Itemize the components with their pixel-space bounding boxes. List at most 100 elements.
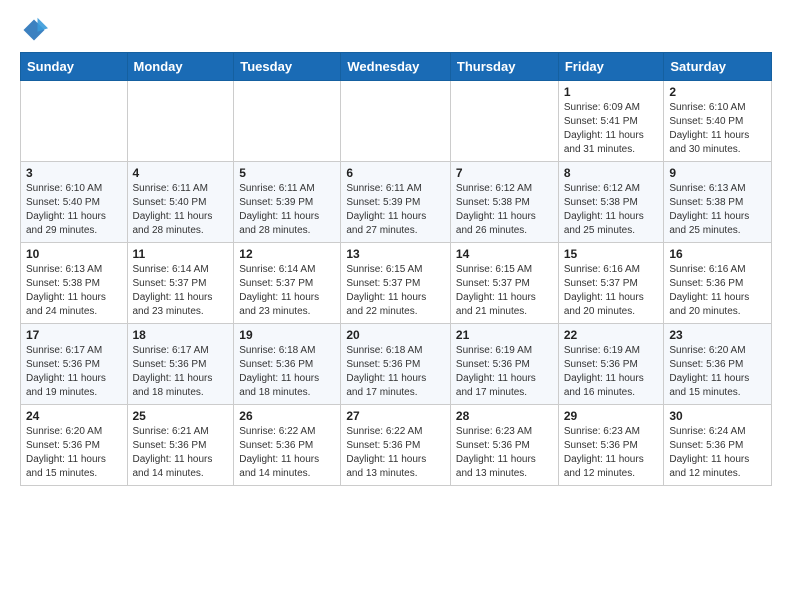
calendar-cell: 6 Sunrise: 6:11 AM Sunset: 5:39 PM Daylig… [341, 162, 451, 243]
day-number: 28 [456, 409, 553, 423]
calendar-header-row: SundayMondayTuesdayWednesdayThursdayFrid… [21, 53, 772, 81]
calendar-cell: 13 Sunrise: 6:15 AM Sunset: 5:37 PM Dayli… [341, 243, 451, 324]
day-info: Sunrise: 6:11 AM Sunset: 5:39 PM Dayligh… [239, 182, 335, 238]
day-number: 29 [564, 409, 659, 423]
day-number: 11 [133, 247, 229, 261]
calendar-cell: 19 Sunrise: 6:18 AM Sunset: 5:36 PM Dayli… [234, 324, 341, 405]
day-number: 22 [564, 328, 659, 342]
calendar-cell: 1Sunrise: 6:09 AM Sunset: 5:41 PM Daylig… [558, 81, 664, 162]
day-info: Sunrise: 6:18 AM Sunset: 5:36 PM Dayligh… [239, 344, 335, 400]
day-number: 16 [669, 247, 766, 261]
calendar-week-row: 24 Sunrise: 6:20 AM Sunset: 5:36 PM Dayli… [21, 405, 772, 486]
day-number: 8 [564, 166, 659, 180]
day-number: 10 [26, 247, 122, 261]
day-info: Sunrise: 6:20 AM Sunset: 5:36 PM Dayligh… [26, 425, 122, 481]
day-info: Sunrise: 6:15 AM Sunset: 5:37 PM Dayligh… [346, 263, 445, 319]
day-number: 24 [26, 409, 122, 423]
day-number: 30 [669, 409, 766, 423]
day-number: 27 [346, 409, 445, 423]
day-info: Sunrise: 6:10 AM Sunset: 5:40 PM Dayligh… [669, 101, 766, 157]
calendar-cell: 14 Sunrise: 6:15 AM Sunset: 5:37 PM Dayli… [450, 243, 558, 324]
day-number: 26 [239, 409, 335, 423]
calendar-cell: 21 Sunrise: 6:19 AM Sunset: 5:36 PM Dayli… [450, 324, 558, 405]
calendar-cell: 16 Sunrise: 6:16 AM Sunset: 5:36 PM Dayli… [664, 243, 772, 324]
calendar-cell: 9 Sunrise: 6:13 AM Sunset: 5:38 PM Daylig… [664, 162, 772, 243]
calendar-cell: 29 Sunrise: 6:23 AM Sunset: 5:36 PM Dayli… [558, 405, 664, 486]
day-number: 2 [669, 85, 766, 99]
day-info: Sunrise: 6:14 AM Sunset: 5:37 PM Dayligh… [239, 263, 335, 319]
day-info: Sunrise: 6:13 AM Sunset: 5:38 PM Dayligh… [669, 182, 766, 238]
calendar-cell: 28 Sunrise: 6:23 AM Sunset: 5:36 PM Dayli… [450, 405, 558, 486]
day-info: Sunrise: 6:22 AM Sunset: 5:36 PM Dayligh… [346, 425, 445, 481]
calendar-cell: 4Sunrise: 6:11 AM Sunset: 5:40 PM Daylig… [127, 162, 234, 243]
day-info: Sunrise: 6:17 AM Sunset: 5:36 PM Dayligh… [26, 344, 122, 400]
calendar-cell: 20 Sunrise: 6:18 AM Sunset: 5:36 PM Dayli… [341, 324, 451, 405]
day-info: Sunrise: 6:16 AM Sunset: 5:37 PM Dayligh… [564, 263, 659, 319]
day-number: 9 [669, 166, 766, 180]
calendar-cell: 15 Sunrise: 6:16 AM Sunset: 5:37 PM Dayli… [558, 243, 664, 324]
day-number: 6 [346, 166, 445, 180]
calendar-cell [21, 81, 128, 162]
logo-icon [20, 16, 48, 44]
day-number: 4 [133, 166, 229, 180]
calendar-cell: 27 Sunrise: 6:22 AM Sunset: 5:36 PM Dayli… [341, 405, 451, 486]
day-info: Sunrise: 6:15 AM Sunset: 5:37 PM Dayligh… [456, 263, 553, 319]
calendar-week-row: 1Sunrise: 6:09 AM Sunset: 5:41 PM Daylig… [21, 81, 772, 162]
calendar-cell: 24 Sunrise: 6:20 AM Sunset: 5:36 PM Dayli… [21, 405, 128, 486]
day-info: Sunrise: 6:22 AM Sunset: 5:36 PM Dayligh… [239, 425, 335, 481]
calendar-cell [234, 81, 341, 162]
day-number: 14 [456, 247, 553, 261]
day-number: 7 [456, 166, 553, 180]
day-info: Sunrise: 6:13 AM Sunset: 5:38 PM Dayligh… [26, 263, 122, 319]
calendar-cell [341, 81, 451, 162]
calendar-cell: 23 Sunrise: 6:20 AM Sunset: 5:36 PM Dayli… [664, 324, 772, 405]
day-number: 5 [239, 166, 335, 180]
calendar-week-row: 3 Sunrise: 6:10 AM Sunset: 5:40 PM Daylig… [21, 162, 772, 243]
day-info: Sunrise: 6:12 AM Sunset: 5:38 PM Dayligh… [456, 182, 553, 238]
day-info: Sunrise: 6:18 AM Sunset: 5:36 PM Dayligh… [346, 344, 445, 400]
day-number: 13 [346, 247, 445, 261]
day-info: Sunrise: 6:24 AM Sunset: 5:36 PM Dayligh… [669, 425, 766, 481]
weekday-header: Tuesday [234, 53, 341, 81]
calendar: SundayMondayTuesdayWednesdayThursdayFrid… [20, 52, 772, 486]
day-number: 3 [26, 166, 122, 180]
day-info: Sunrise: 6:11 AM Sunset: 5:39 PM Dayligh… [346, 182, 445, 238]
day-number: 17 [26, 328, 122, 342]
day-number: 15 [564, 247, 659, 261]
weekday-header: Thursday [450, 53, 558, 81]
calendar-cell: 17 Sunrise: 6:17 AM Sunset: 5:36 PM Dayli… [21, 324, 128, 405]
weekday-header: Wednesday [341, 53, 451, 81]
day-number: 21 [456, 328, 553, 342]
calendar-cell: 11 Sunrise: 6:14 AM Sunset: 5:37 PM Dayli… [127, 243, 234, 324]
weekday-header: Saturday [664, 53, 772, 81]
day-info: Sunrise: 6:14 AM Sunset: 5:37 PM Dayligh… [133, 263, 229, 319]
calendar-cell: 2 Sunrise: 6:10 AM Sunset: 5:40 PM Daylig… [664, 81, 772, 162]
day-info: Sunrise: 6:17 AM Sunset: 5:36 PM Dayligh… [133, 344, 229, 400]
calendar-cell [127, 81, 234, 162]
day-number: 20 [346, 328, 445, 342]
day-number: 23 [669, 328, 766, 342]
calendar-week-row: 10 Sunrise: 6:13 AM Sunset: 5:38 PM Dayli… [21, 243, 772, 324]
calendar-cell: 8Sunrise: 6:12 AM Sunset: 5:38 PM Daylig… [558, 162, 664, 243]
page: SundayMondayTuesdayWednesdayThursdayFrid… [0, 0, 792, 496]
day-info: Sunrise: 6:19 AM Sunset: 5:36 PM Dayligh… [456, 344, 553, 400]
logo [20, 16, 52, 44]
day-info: Sunrise: 6:21 AM Sunset: 5:36 PM Dayligh… [133, 425, 229, 481]
day-info: Sunrise: 6:19 AM Sunset: 5:36 PM Dayligh… [564, 344, 659, 400]
day-number: 19 [239, 328, 335, 342]
weekday-header: Monday [127, 53, 234, 81]
weekday-header: Friday [558, 53, 664, 81]
calendar-cell: 30 Sunrise: 6:24 AM Sunset: 5:36 PM Dayli… [664, 405, 772, 486]
calendar-cell: 12Sunrise: 6:14 AM Sunset: 5:37 PM Dayli… [234, 243, 341, 324]
calendar-cell: 18Sunrise: 6:17 AM Sunset: 5:36 PM Dayli… [127, 324, 234, 405]
weekday-header: Sunday [21, 53, 128, 81]
day-info: Sunrise: 6:23 AM Sunset: 5:36 PM Dayligh… [564, 425, 659, 481]
day-info: Sunrise: 6:16 AM Sunset: 5:36 PM Dayligh… [669, 263, 766, 319]
calendar-cell: 7 Sunrise: 6:12 AM Sunset: 5:38 PM Daylig… [450, 162, 558, 243]
day-number: 25 [133, 409, 229, 423]
day-info: Sunrise: 6:23 AM Sunset: 5:36 PM Dayligh… [456, 425, 553, 481]
calendar-cell: 5 Sunrise: 6:11 AM Sunset: 5:39 PM Daylig… [234, 162, 341, 243]
day-info: Sunrise: 6:20 AM Sunset: 5:36 PM Dayligh… [669, 344, 766, 400]
day-info: Sunrise: 6:10 AM Sunset: 5:40 PM Dayligh… [26, 182, 122, 238]
day-number: 1 [564, 85, 659, 99]
